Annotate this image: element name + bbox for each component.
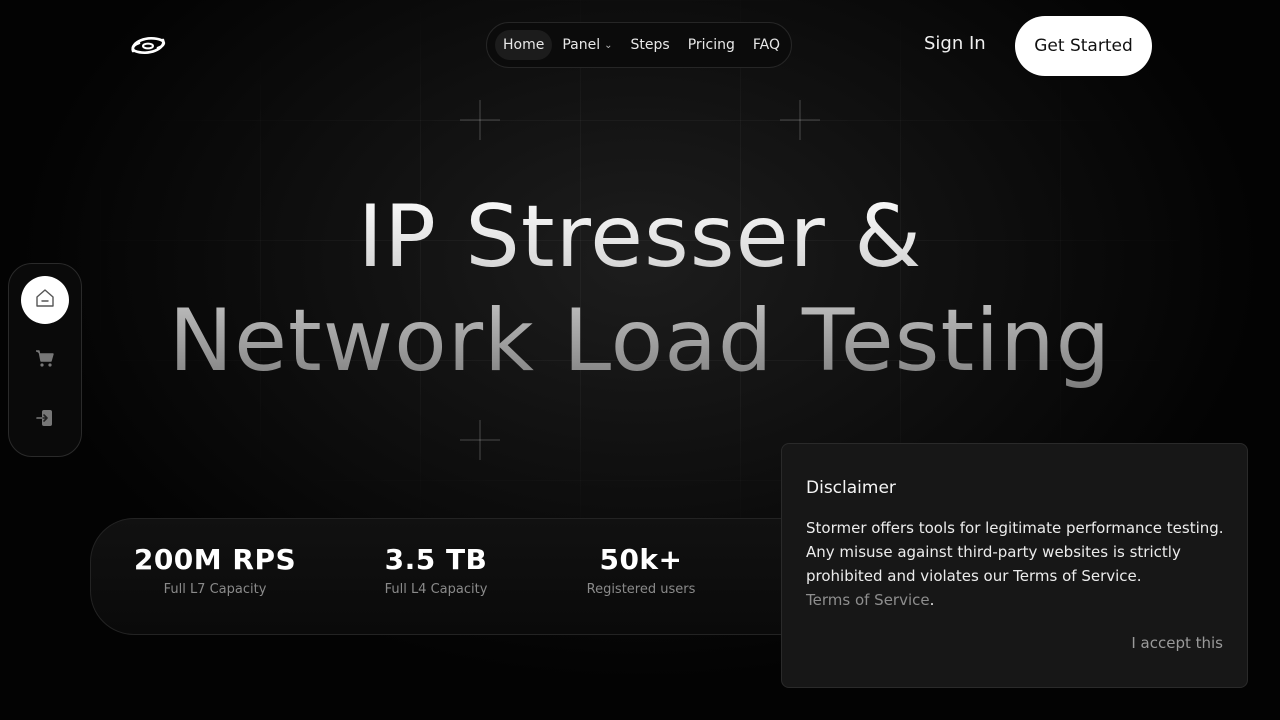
stat-value: 200M RPS: [133, 543, 297, 576]
nav-faq-label: FAQ: [752, 37, 781, 53]
hero-title-line2: Network Load Testing: [168, 291, 1112, 391]
terms-of-service-link[interactable]: Terms of Service: [806, 591, 930, 609]
nav-panel-label: Panel: [562, 37, 601, 53]
sign-in-link[interactable]: Sign In: [924, 33, 986, 54]
main-nav: Home Panel ⌄ Steps Pricing FAQ: [486, 22, 792, 68]
nav-faq[interactable]: FAQ: [745, 30, 788, 60]
nav-pricing[interactable]: Pricing: [680, 30, 743, 60]
stats-bar: 200M RPS Full L7 Capacity 3.5 TB Full L4…: [90, 518, 852, 635]
hero-title-line1: IP Stresser &: [357, 187, 923, 287]
nav-home[interactable]: Home: [495, 30, 553, 60]
nav-panel[interactable]: Panel ⌄: [554, 30, 620, 60]
stat-l4: 3.5 TB Full L4 Capacity: [336, 543, 536, 597]
side-dock: [8, 263, 82, 457]
get-started-button[interactable]: Get Started: [1015, 16, 1152, 76]
hero-title: IP Stresser & Network Load Testing: [0, 185, 1280, 393]
brand-logo-icon[interactable]: [128, 30, 168, 60]
chevron-down-icon: ⌄: [604, 39, 613, 51]
nav-steps-label: Steps: [630, 37, 670, 53]
nav-pricing-label: Pricing: [687, 37, 735, 53]
dock-cart-button[interactable]: [21, 336, 69, 384]
dock-login-button[interactable]: [21, 396, 69, 444]
nav-home-label: Home: [503, 37, 545, 53]
disclaimer-text: Stormer offers tools for legitimate perf…: [806, 519, 1224, 585]
stat-label: Full L4 Capacity: [384, 582, 488, 597]
stat-users: 50k+ Registered users: [541, 543, 741, 597]
login-icon: [34, 407, 56, 433]
stat-l7: 200M RPS Full L7 Capacity: [115, 543, 315, 597]
grid-cross: [460, 420, 500, 460]
disclaimer-link-row: Terms of Service.: [806, 588, 1226, 612]
stat-value: 3.5 TB: [384, 543, 488, 576]
nav-steps[interactable]: Steps: [623, 30, 678, 60]
cart-icon: [34, 347, 56, 373]
grid-cross: [460, 100, 500, 140]
disclaimer-body: Stormer offers tools for legitimate perf…: [806, 516, 1226, 612]
disclaimer-title: Disclaimer: [806, 478, 896, 498]
dock-home-button[interactable]: [21, 276, 69, 324]
disclaimer-link-suffix: .: [929, 591, 935, 609]
grid-cross: [780, 100, 820, 140]
stat-label: Full L7 Capacity: [163, 582, 267, 597]
stat-label: Registered users: [586, 582, 696, 597]
stat-value: 50k+: [599, 543, 683, 576]
disclaimer-dialog: Disclaimer Stormer offers tools for legi…: [781, 443, 1248, 688]
accept-button[interactable]: I accept this: [1131, 634, 1223, 652]
home-icon: [34, 287, 56, 313]
